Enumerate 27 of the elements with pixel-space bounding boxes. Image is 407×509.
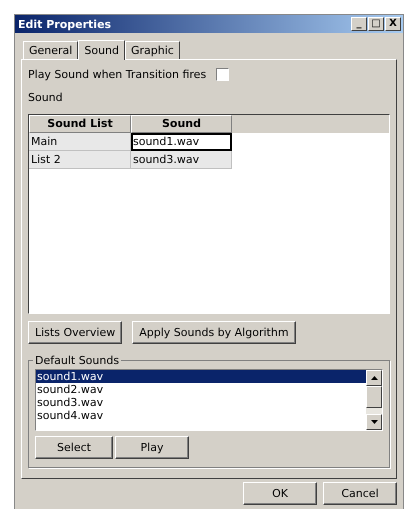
- tab[interactable]: Sound: [78, 40, 125, 60]
- action-button[interactable]: Select: [35, 436, 113, 459]
- down-arrow-icon: [370, 420, 378, 424]
- maximize-button[interactable]: □: [368, 17, 384, 31]
- scrollbar[interactable]: [366, 370, 382, 430]
- table-cell: sound3.wav: [131, 151, 232, 169]
- window-title: Edit Properties: [18, 18, 112, 30]
- checkbox-label: Play Sound when Transition fires: [28, 68, 206, 81]
- checkbox[interactable]: [216, 68, 230, 81]
- ok-button[interactable]: OK: [243, 482, 317, 505]
- close-button[interactable]: X: [385, 17, 401, 31]
- column-header[interactable]: Sound List: [29, 115, 131, 133]
- cancel-button[interactable]: Cancel: [323, 482, 397, 505]
- table-cell: List 2: [29, 151, 131, 169]
- action-button[interactable]: Apply Sounds by Algorithm: [132, 321, 296, 344]
- tab[interactable]: General: [23, 41, 78, 59]
- list-item[interactable]: sound1.wav: [36, 370, 366, 383]
- section-label: Sound: [28, 91, 64, 104]
- column-header[interactable]: Sound: [131, 115, 232, 133]
- action-button[interactable]: Play: [115, 436, 189, 459]
- tab[interactable]: Graphic: [125, 41, 180, 59]
- group-title: Default Sounds: [34, 354, 120, 367]
- action-button[interactable]: Lists Overview: [28, 321, 122, 344]
- table-cell: Main: [29, 133, 131, 151]
- up-arrow-icon: [370, 376, 378, 380]
- cell-editor[interactable]: sound1.wav: [131, 133, 232, 151]
- minimize-button[interactable]: _: [351, 17, 367, 31]
